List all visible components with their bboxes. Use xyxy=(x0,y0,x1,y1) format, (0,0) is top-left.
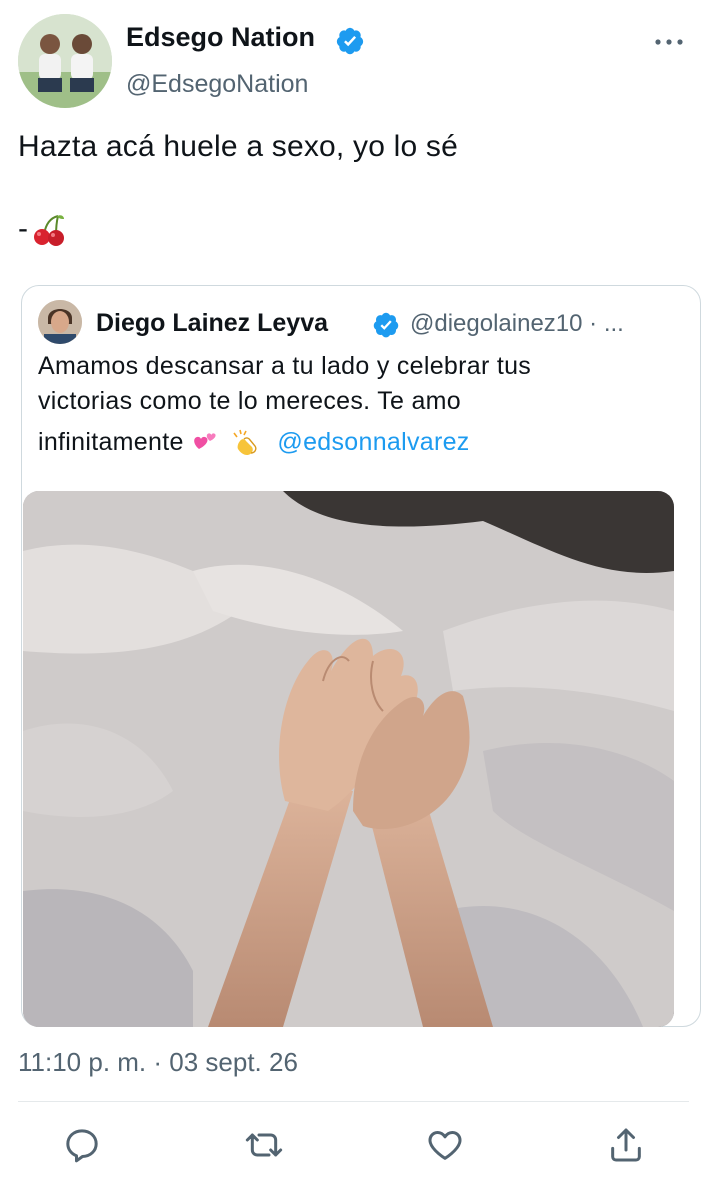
tweet-dash: - xyxy=(18,212,28,245)
tweet-text: Hazta acá huele a sexo, yo lo sé xyxy=(18,130,458,163)
quoted-text-line1: Amamos descansar a tu lado y celebrar tu… xyxy=(38,352,532,380)
quoted-text-prefix: infinitamente xyxy=(38,428,184,456)
retweet-icon[interactable] xyxy=(244,1125,284,1165)
quoted-display-name[interactable]: Diego Lainez Leyva xyxy=(96,309,328,338)
quoted-text-line2: victorias como te lo mereces. Te amo xyxy=(38,387,461,415)
author-display-name[interactable]: Edsego Nation xyxy=(126,22,315,53)
clapping-hands-icon xyxy=(233,430,257,456)
divider xyxy=(18,1101,689,1102)
tweet-text-line2: - xyxy=(18,212,66,248)
reply-icon[interactable] xyxy=(62,1125,102,1165)
two-hearts-icon xyxy=(194,433,216,450)
quoted-mention-link[interactable]: @edsonnalvarez xyxy=(277,428,469,456)
more-options-icon[interactable] xyxy=(650,30,688,54)
quoted-more: · ... xyxy=(589,310,624,337)
share-icon[interactable] xyxy=(606,1125,646,1165)
quoted-verified-badge-icon xyxy=(373,312,399,338)
cherries-icon xyxy=(34,215,64,247)
quoted-photo[interactable] xyxy=(23,491,674,1027)
quoted-handle[interactable]: @diegolainez10 xyxy=(410,310,583,337)
quoted-author-avatar[interactable] xyxy=(38,300,82,344)
author-handle[interactable]: @EdsegoNation xyxy=(126,70,308,99)
verified-badge-icon xyxy=(336,27,364,55)
tweet-timestamp[interactable]: 11:10 p. m. · 03 sept. 26 xyxy=(18,1047,298,1078)
quoted-handle-row: @diegolainez10 · ... xyxy=(410,310,624,338)
author-avatar[interactable] xyxy=(18,14,112,108)
quoted-text-line3: infinitamente @edsonnalvarez xyxy=(38,428,470,457)
like-icon[interactable] xyxy=(425,1125,465,1165)
